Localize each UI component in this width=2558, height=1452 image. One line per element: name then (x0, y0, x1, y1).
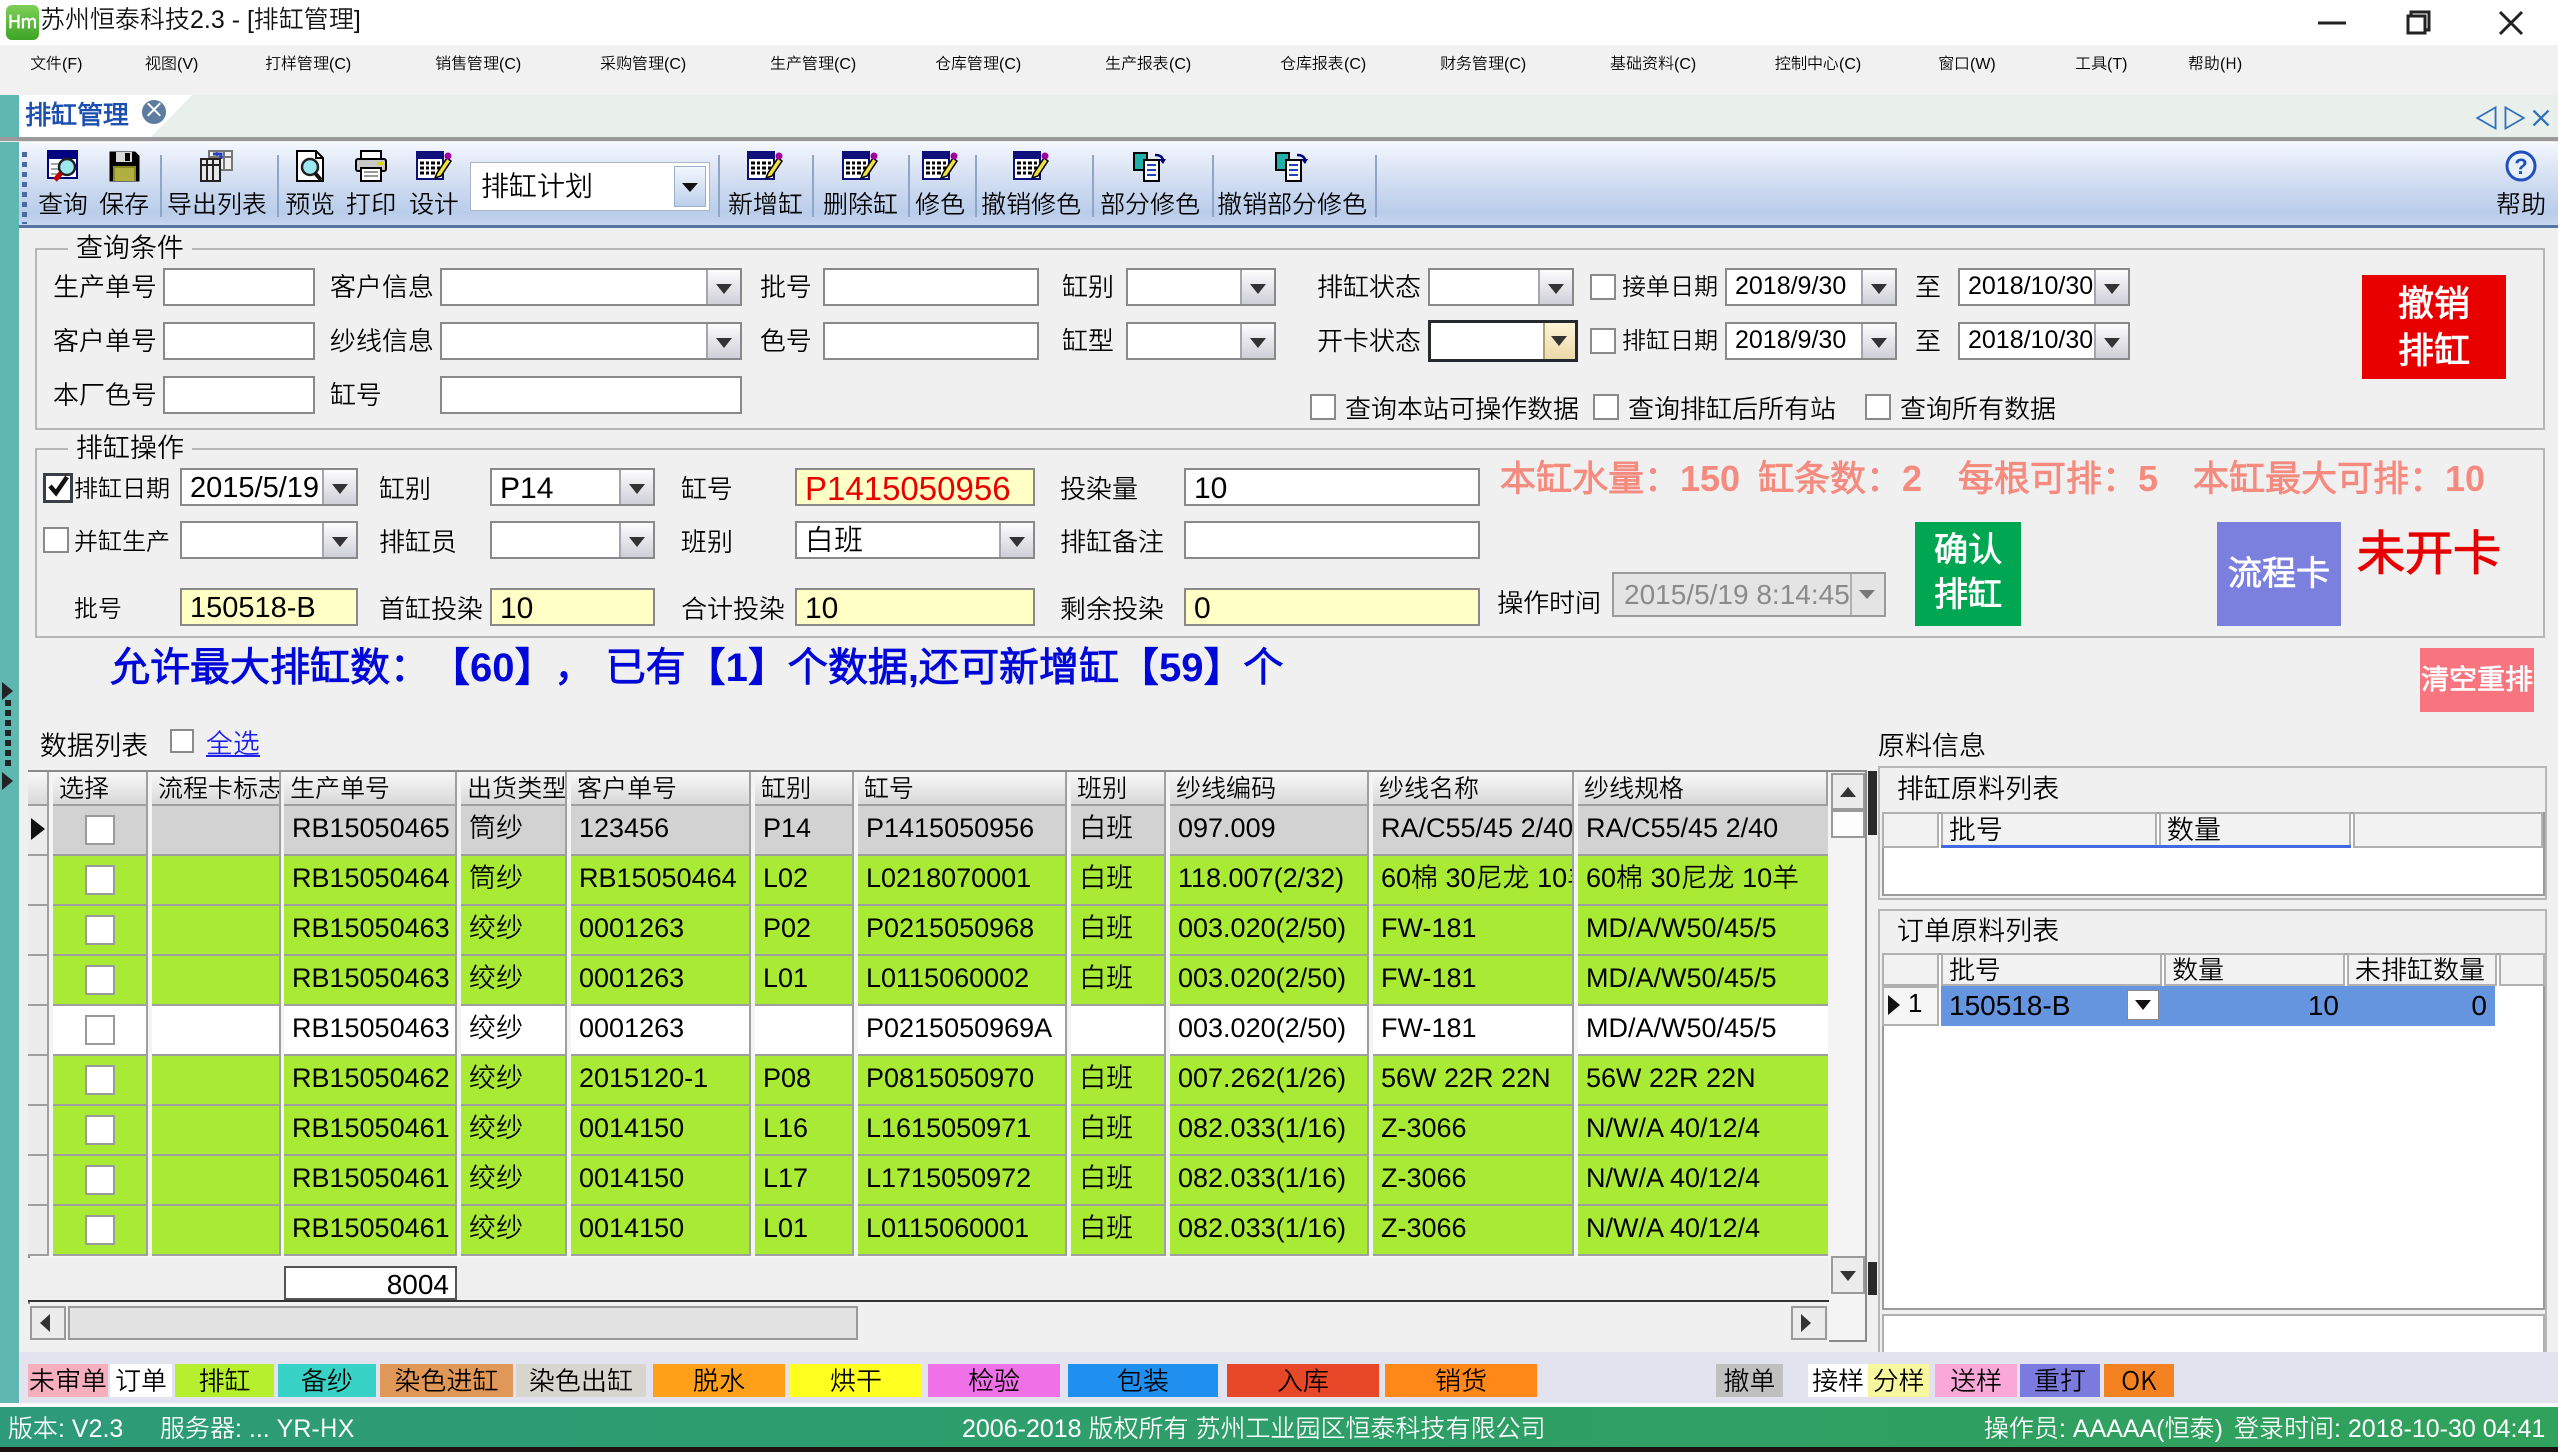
svg-text:?: ? (2514, 154, 2527, 179)
